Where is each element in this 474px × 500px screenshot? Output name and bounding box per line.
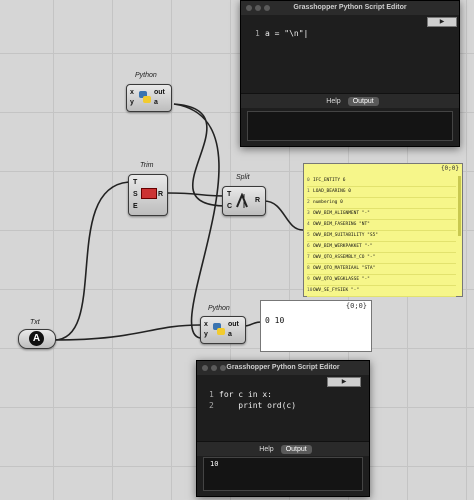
script-editor-top: Grasshopper Python Script Editor ▶ 1a = … [240, 0, 460, 147]
split-component-title: Split [236, 174, 250, 181]
panel-path: {0;0} [345, 302, 367, 310]
output-out[interactable]: out [228, 321, 239, 328]
window-controls[interactable] [202, 365, 226, 371]
output-pane [247, 111, 453, 141]
input-e[interactable]: E [133, 203, 138, 210]
list-item: 3 OWV_BIM_ALIGNMENT "-" [307, 209, 456, 220]
list-item: 5 OWV_BIM_SUITABILITY "S5" [307, 231, 456, 242]
input-c[interactable]: C [227, 203, 232, 210]
code-area[interactable]: 1 for c in x: 2 print ord(c) [209, 389, 296, 411]
output-pane: 10 [203, 457, 363, 491]
scrollbar[interactable] [458, 176, 461, 236]
list-item: 8 OWV_QTO_MATERIAAL "STA" [307, 264, 456, 275]
editor-title-bar[interactable]: Grasshopper Python Script Editor [197, 361, 369, 375]
input-y[interactable]: y [204, 331, 208, 338]
run-button[interactable]: ▶ [327, 377, 361, 387]
code-line: 1a = "\n"| [255, 29, 309, 38]
list-item: 7 OWV_QTO_ASSEMBLY_CO "-" [307, 253, 456, 264]
list-item: 6 OWV_BIM_WERKPAKKET "-" [307, 242, 456, 253]
input-t[interactable]: T [227, 191, 231, 198]
panel-value: 0 10 [265, 316, 285, 325]
text-param-icon: A [29, 331, 44, 346]
code-area[interactable]: 1a = "\n"| [255, 29, 308, 38]
python-component[interactable]: x y out a [200, 316, 246, 344]
output-r[interactable]: R [158, 191, 163, 198]
input-y[interactable]: y [130, 99, 134, 106]
output-panel[interactable]: {0;0} 0 10 [260, 300, 372, 352]
python-component-title: Python [208, 305, 230, 312]
input-x[interactable]: x [204, 321, 208, 328]
code-line: 1 for c in x: [209, 390, 272, 399]
list-item: 2 numbering 0 [307, 198, 456, 209]
editor-tabbar: Help Output [241, 93, 459, 108]
run-button[interactable]: ▶ [427, 17, 457, 27]
python-component-title: Python [135, 72, 157, 79]
list-item: 0 IFC_ENTITY 6 [307, 176, 456, 187]
txt-param[interactable]: A [18, 329, 56, 349]
output-out[interactable]: out [154, 89, 165, 96]
output-a[interactable]: a [154, 99, 158, 106]
editor-title-bar[interactable]: Grasshopper Python Script Editor [241, 1, 459, 15]
output-a[interactable]: a [228, 331, 232, 338]
trim-icon [141, 188, 157, 199]
split-icon [236, 193, 248, 208]
python-component[interactable]: x y out a [126, 84, 172, 112]
list-item: 9 OWV_QTO_WEGKLASSE "-" [307, 275, 456, 286]
python-logo-icon [213, 323, 225, 335]
txt-param-title: Txt [30, 319, 40, 326]
tab-output[interactable]: Output [280, 444, 312, 454]
panel-path: {0;0} [440, 165, 459, 172]
list-item: 10OWV_SE_FYSIEK "-" [307, 286, 456, 297]
window-controls[interactable] [246, 5, 270, 11]
editor-tabbar: Help Output [197, 441, 369, 456]
python-logo-icon [139, 91, 151, 103]
list-item: 4 OWV_BIM_FASERING "NT" [307, 220, 456, 231]
tab-help[interactable]: Help [321, 97, 345, 106]
split-component[interactable]: T C R [222, 186, 266, 216]
output-text: 10 [210, 460, 219, 468]
input-s[interactable]: S [133, 191, 138, 198]
trim-component[interactable]: T S E R [128, 174, 168, 216]
code-line: 2 print ord(c) [209, 401, 297, 410]
editor-title: Grasshopper Python Script Editor [226, 364, 340, 371]
input-x[interactable]: x [130, 89, 134, 96]
output-r[interactable]: R [255, 197, 260, 204]
list-item: 1 LOAD_BEARING 0 [307, 187, 456, 198]
editor-title: Grasshopper Python Script Editor [293, 4, 407, 11]
tab-help[interactable]: Help [254, 445, 278, 454]
trim-component-title: Trim [140, 162, 154, 169]
list-panel[interactable]: {0;0} 0 IFC_ENTITY 6 1 LOAD_BEARING 0 2 numbe… [303, 163, 463, 297]
script-editor-bottom: Grasshopper Python Script Editor ▶ 1 for … [196, 360, 370, 497]
input-t[interactable]: T [133, 179, 137, 186]
tab-output[interactable]: Output [347, 96, 379, 106]
